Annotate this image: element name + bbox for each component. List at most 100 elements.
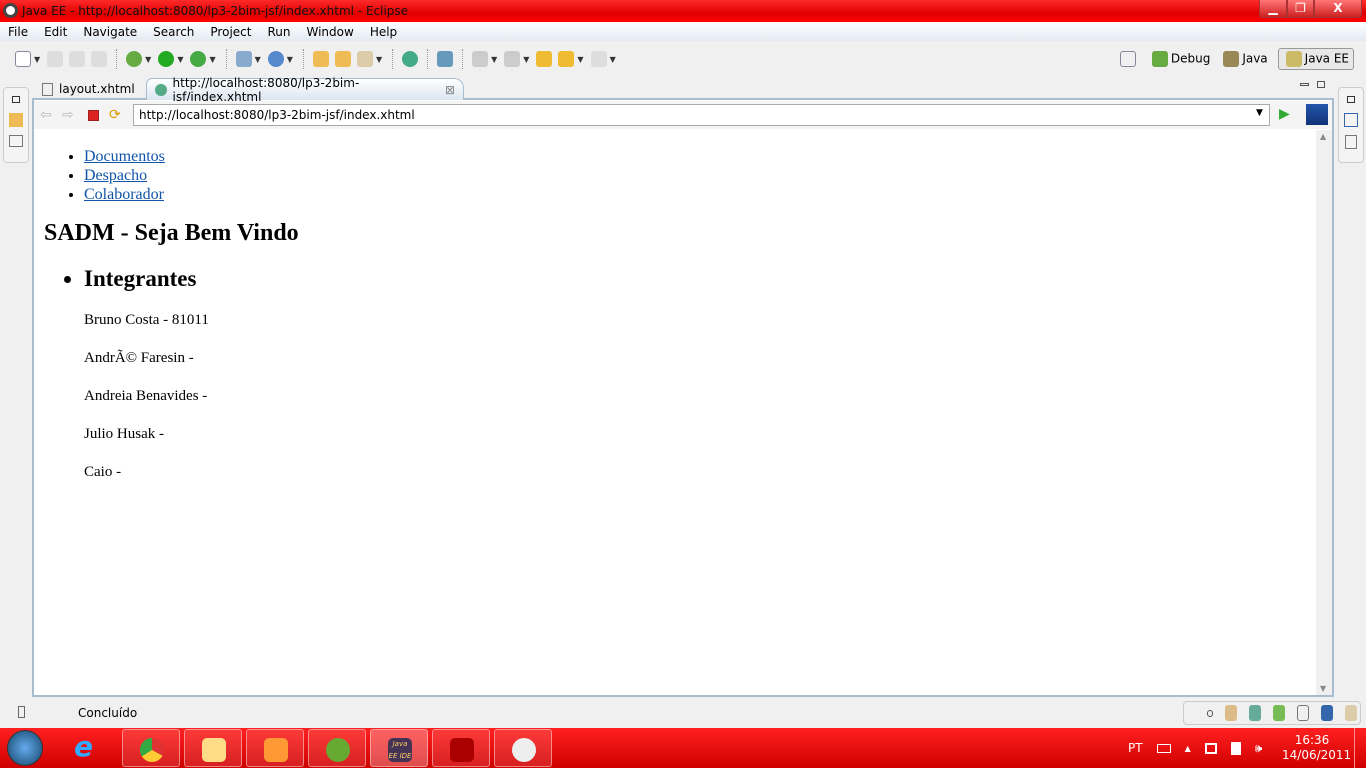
menu-edit[interactable]: Edit: [36, 25, 75, 39]
title-bar: Java EE - http://localhost:8080/lp3-2bim…: [0, 0, 1366, 22]
tab-browser[interactable]: http://localhost:8080/lp3-2bim-jsf/index…: [146, 76, 464, 104]
taskbar-media-player[interactable]: [246, 729, 304, 767]
browser-icon[interactable]: [402, 51, 419, 67]
outline-view-icon[interactable]: [1344, 113, 1358, 127]
language-indicator[interactable]: PT: [1128, 741, 1143, 755]
taskbar-chrome[interactable]: [122, 729, 180, 767]
console-icon[interactable]: [1321, 705, 1334, 721]
new-icon[interactable]: [15, 51, 31, 67]
next-annotation-icon[interactable]: [472, 51, 489, 67]
start-button[interactable]: [7, 730, 43, 766]
save-all-icon[interactable]: [69, 51, 86, 67]
taskbar-paint[interactable]: [494, 729, 552, 767]
paint-icon: [512, 738, 536, 762]
menu-window[interactable]: Window: [298, 25, 361, 39]
eclipse-icon: [3, 3, 18, 18]
taskbar-adobe-reader[interactable]: [432, 729, 490, 767]
section-list: Integrantes: [84, 266, 196, 292]
back-icon[interactable]: [558, 51, 575, 67]
menu-navigate[interactable]: Navigate: [75, 25, 145, 39]
refresh-icon[interactable]: ⟳: [109, 107, 121, 123]
menu-search[interactable]: Search: [145, 25, 202, 39]
publish-icon[interactable]: [437, 51, 454, 67]
ie-icon[interactable]: e: [74, 733, 93, 761]
member: Andreia Benavides -: [84, 388, 208, 404]
close-tab-icon[interactable]: ⊠: [445, 83, 455, 97]
task-list-icon[interactable]: [1345, 135, 1357, 149]
menu-file[interactable]: File: [0, 25, 36, 39]
outline-icon[interactable]: [9, 135, 23, 147]
vertical-scrollbar[interactable]: ▲ ▼: [1316, 130, 1332, 695]
open-perspective-icon[interactable]: [1119, 51, 1136, 67]
volume-icon[interactable]: 🕪: [1255, 741, 1263, 756]
show-desktop-button[interactable]: [1354, 728, 1366, 768]
print-icon[interactable]: [91, 51, 108, 67]
new-server-icon[interactable]: [235, 51, 252, 67]
link-documentos[interactable]: Documentos: [84, 148, 165, 165]
forward-icon[interactable]: ⇨: [62, 107, 74, 123]
status-bar: Concluído: [0, 700, 1366, 726]
right-trim-stack: [1338, 87, 1364, 163]
member: AndrÃ© Faresin -: [84, 350, 194, 366]
url-dropdown-icon[interactable]: ▼: [1256, 108, 1263, 118]
menu-help[interactable]: Help: [362, 25, 405, 39]
menu-project[interactable]: Project: [202, 25, 259, 39]
minimize-view-icon[interactable]: [1300, 83, 1309, 86]
search-view-icon[interactable]: [1345, 705, 1358, 721]
save-icon[interactable]: [47, 51, 64, 67]
taskbar: e Java EE IDE PT ▲ 🕪 16:36 14/06/2011: [0, 728, 1366, 768]
taskbar-explorer[interactable]: [184, 729, 242, 767]
tab-layout-xhtml[interactable]: layout.xhtml: [34, 78, 146, 100]
globe-icon: [155, 83, 167, 96]
perspective-debug[interactable]: Debug: [1149, 51, 1210, 67]
new-web-service-icon[interactable]: [267, 51, 284, 67]
minimize-button[interactable]: ▁: [1259, 0, 1287, 18]
data-source-icon[interactable]: [1273, 705, 1285, 721]
restore-icon[interactable]: [12, 96, 20, 103]
restore-icon[interactable]: [1207, 709, 1214, 717]
url-input[interactable]: http://localhost:8080/lp3-2bim-jsf/index…: [133, 104, 1270, 126]
power-icon[interactable]: [1230, 741, 1241, 755]
file-icon: [42, 82, 53, 96]
taskbar-messenger[interactable]: [308, 729, 366, 767]
open-resource-icon[interactable]: [334, 51, 351, 67]
member: Caio -: [84, 464, 122, 480]
properties-icon[interactable]: [1249, 705, 1262, 721]
perspective-java[interactable]: Java: [1220, 51, 1268, 67]
clock[interactable]: 16:36 14/06/2011: [1282, 733, 1351, 763]
search-icon[interactable]: [356, 51, 373, 67]
restore-icon[interactable]: [1347, 96, 1355, 103]
nav-links: Documentos Despacho Colaborador: [84, 147, 165, 204]
prev-annotation-icon[interactable]: [504, 51, 521, 67]
fast-view-icon[interactable]: [18, 706, 25, 718]
forward-icon[interactable]: [590, 51, 607, 67]
last-edit-icon[interactable]: [536, 51, 553, 67]
pdf-icon: [450, 738, 474, 762]
network-icon[interactable]: [1204, 742, 1217, 754]
run-icon[interactable]: [158, 51, 175, 67]
go-icon[interactable]: ▶: [1279, 106, 1290, 122]
keyboard-icon[interactable]: [1156, 743, 1171, 753]
menu-bar: File Edit Navigate Search Project Run Wi…: [0, 22, 1366, 41]
perspective-java-ee[interactable]: Java EE: [1277, 48, 1354, 70]
clock-time: 16:36: [1294, 733, 1330, 747]
project-explorer-icon[interactable]: [9, 113, 23, 127]
close-button[interactable]: X: [1314, 0, 1362, 18]
back-icon[interactable]: ⇦: [40, 107, 52, 123]
link-colaborador[interactable]: Colaborador: [84, 186, 164, 203]
servers-icon[interactable]: [1225, 705, 1238, 721]
taskbar-java-ee-ide[interactable]: Java EE IDE: [370, 729, 428, 767]
open-type-icon[interactable]: [312, 51, 329, 67]
debug-icon[interactable]: [126, 51, 143, 67]
link-despacho[interactable]: Despacho: [84, 167, 147, 184]
section-heading: Integrantes: [84, 266, 196, 292]
external-tools-icon[interactable]: [190, 51, 207, 67]
status-text: Concluído: [78, 706, 138, 720]
restore-button[interactable]: ❐: [1287, 0, 1314, 18]
snippets-icon[interactable]: [1296, 705, 1310, 721]
menu-run[interactable]: Run: [259, 25, 298, 39]
show-hidden-icons[interactable]: ▲: [1185, 744, 1191, 753]
maximize-view-icon[interactable]: [1317, 81, 1325, 88]
stop-icon[interactable]: [88, 110, 99, 121]
java-ee-icon: [1285, 51, 1302, 67]
